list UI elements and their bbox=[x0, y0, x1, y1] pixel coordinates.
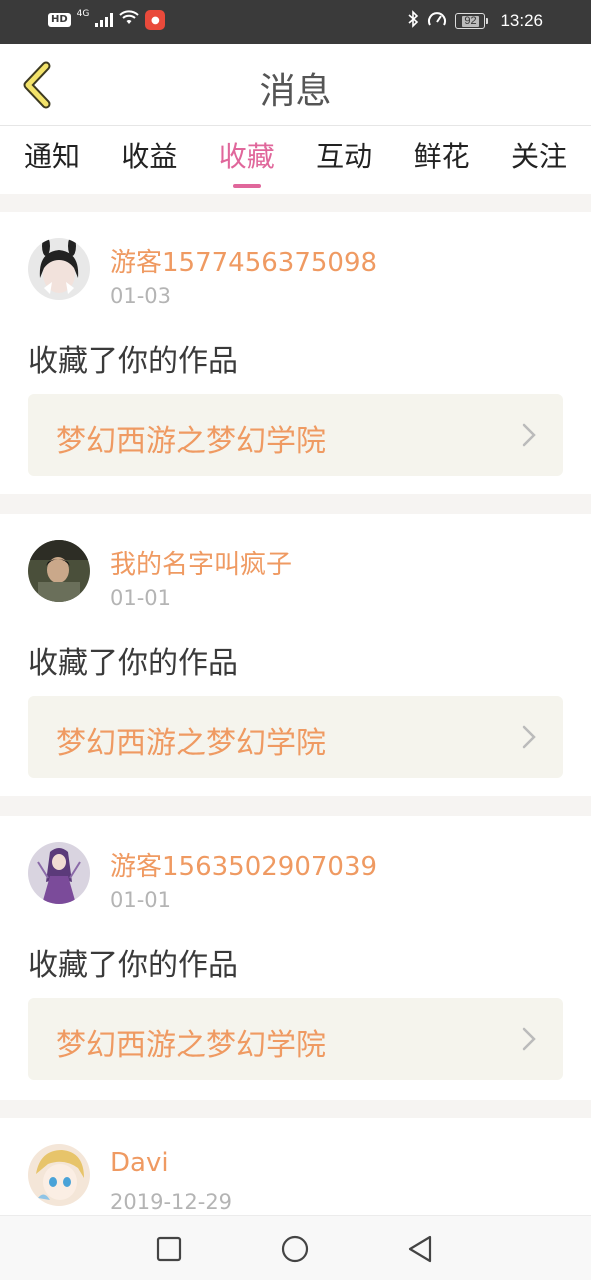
tab-interactions[interactable]: 互动 bbox=[316, 126, 372, 194]
action-text: 收藏了你的作品 bbox=[28, 646, 238, 681]
work-title: 梦幻西游之梦幻学院 bbox=[56, 1028, 326, 1063]
message-card: 游客1577456375098 01-03 收藏了你的作品 梦幻西游之梦幻学院 bbox=[0, 212, 591, 494]
work-title: 梦幻西游之梦幻学院 bbox=[56, 726, 326, 761]
avatar[interactable] bbox=[28, 1144, 90, 1206]
message-date: 01-01 bbox=[110, 586, 172, 610]
action-text: 收藏了你的作品 bbox=[28, 344, 238, 379]
page-title: 消息 bbox=[259, 71, 332, 112]
work-link[interactable]: 梦幻西游之梦幻学院 bbox=[28, 998, 563, 1080]
page-header: 消息 bbox=[0, 44, 591, 126]
network-type: 4G bbox=[76, 9, 90, 19]
clock: 13:26 bbox=[500, 11, 543, 30]
message-card: 游客1563502907039 01-01 收藏了你的作品 梦幻西游之梦幻学院 bbox=[0, 816, 591, 1100]
message-date: 01-03 bbox=[110, 284, 172, 308]
tab-bar: 通知 收益 收藏 互动 鲜花 关注 bbox=[0, 126, 591, 194]
avatar[interactable] bbox=[28, 842, 90, 904]
speedometer-icon bbox=[427, 10, 447, 32]
status-bar: HD 4G ● 92 13:26 bbox=[0, 0, 591, 44]
chevron-right-icon bbox=[522, 423, 536, 447]
wifi-icon bbox=[119, 10, 140, 30]
bluetooth-icon bbox=[407, 10, 419, 32]
battery-icon: 92 bbox=[455, 13, 489, 29]
action-text: 收藏了你的作品 bbox=[28, 948, 238, 983]
username-link[interactable]: 我的名字叫疯子 bbox=[110, 544, 292, 581]
signal-icon bbox=[95, 13, 114, 27]
status-right: 92 13:26 bbox=[407, 10, 543, 32]
tab-following[interactable]: 关注 bbox=[511, 126, 567, 194]
message-feed[interactable]: 游客1577456375098 01-03 收藏了你的作品 梦幻西游之梦幻学院 … bbox=[0, 194, 591, 1215]
avatar[interactable] bbox=[28, 238, 90, 300]
recents-square-icon[interactable] bbox=[154, 1234, 184, 1264]
battery-level: 92 bbox=[462, 14, 479, 27]
username-link[interactable]: Davi bbox=[110, 1148, 169, 1178]
chevron-right-icon bbox=[522, 1027, 536, 1051]
tab-favorites[interactable]: 收藏 bbox=[219, 126, 275, 194]
avatar[interactable] bbox=[28, 540, 90, 602]
message-card: 我的名字叫疯子 01-01 收藏了你的作品 梦幻西游之梦幻学院 bbox=[0, 514, 591, 796]
username-link[interactable]: 游客1577456375098 bbox=[110, 242, 377, 279]
tab-flowers[interactable]: 鲜花 bbox=[414, 126, 470, 194]
work-link[interactable]: 梦幻西游之梦幻学院 bbox=[28, 696, 563, 778]
work-title: 梦幻西游之梦幻学院 bbox=[56, 424, 326, 459]
status-left: HD 4G ● bbox=[48, 9, 166, 30]
system-nav-bar bbox=[0, 1215, 591, 1280]
tab-earnings[interactable]: 收益 bbox=[121, 126, 177, 194]
tab-notifications[interactable]: 通知 bbox=[24, 126, 80, 194]
back-triangle-icon[interactable] bbox=[405, 1234, 435, 1264]
username-link[interactable]: 游客1563502907039 bbox=[110, 846, 377, 883]
work-link[interactable]: 梦幻西游之梦幻学院 bbox=[28, 394, 563, 476]
message-card: Davi 2019-12-29 bbox=[0, 1118, 591, 1215]
chevron-right-icon bbox=[522, 725, 536, 749]
message-date: 2019-12-29 bbox=[110, 1190, 233, 1214]
hd-badge: HD bbox=[48, 13, 71, 27]
message-date: 01-01 bbox=[110, 888, 172, 912]
app-notification-icon: ● bbox=[145, 10, 166, 30]
home-circle-icon[interactable] bbox=[280, 1234, 310, 1264]
